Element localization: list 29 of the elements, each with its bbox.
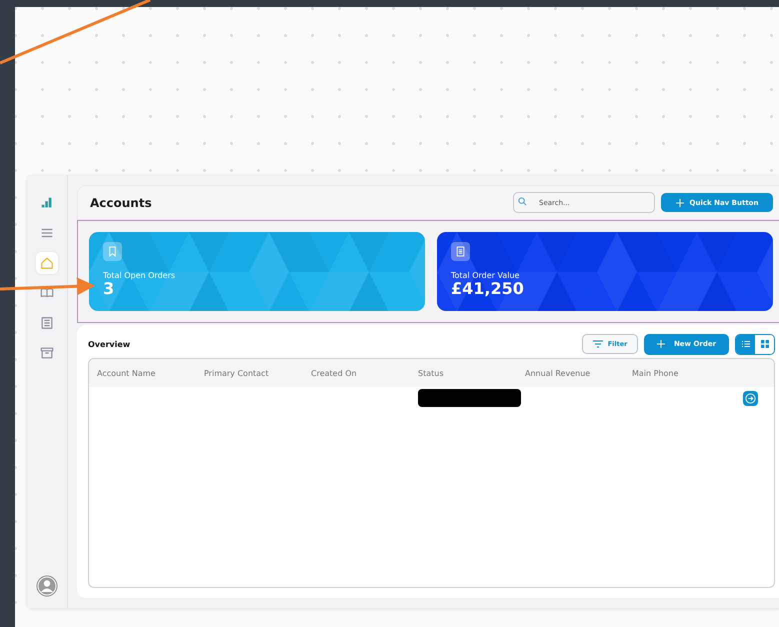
column-header: Annual Revenue [525, 368, 592, 378]
column-header: Created On [311, 368, 358, 378]
plus-icon [656, 340, 665, 348]
column-header: Main Phone [632, 368, 680, 378]
sidebar-item[interactable] [36, 252, 58, 274]
card-value: 3 [103, 280, 114, 298]
card-label: Total Open Orders [103, 271, 176, 280]
chart-bars-icon [40, 196, 54, 210]
card-value: £41,250 [451, 280, 524, 298]
grid-icon [760, 340, 768, 348]
card-icon [103, 242, 122, 261]
plus-icon [676, 198, 684, 206]
archive-icon [40, 346, 54, 360]
section-title: Overview [88, 340, 130, 348]
avatar-icon[interactable] [36, 575, 58, 597]
card-label: Total Order Value [451, 271, 520, 280]
book-icon [40, 286, 54, 300]
column-header: Primary Contact [204, 368, 270, 378]
open-row-button[interactable] [743, 390, 758, 406]
menu-icon [40, 226, 54, 240]
column-header: Account Name [97, 368, 156, 378]
card-icon [451, 242, 470, 261]
column-header: Status [418, 368, 444, 378]
document-icon [40, 316, 54, 330]
list-icon [742, 340, 750, 348]
page-title: Accounts [90, 196, 152, 210]
list-view-button[interactable] [736, 334, 755, 354]
home-icon [40, 256, 54, 270]
filter-icon [592, 340, 603, 348]
